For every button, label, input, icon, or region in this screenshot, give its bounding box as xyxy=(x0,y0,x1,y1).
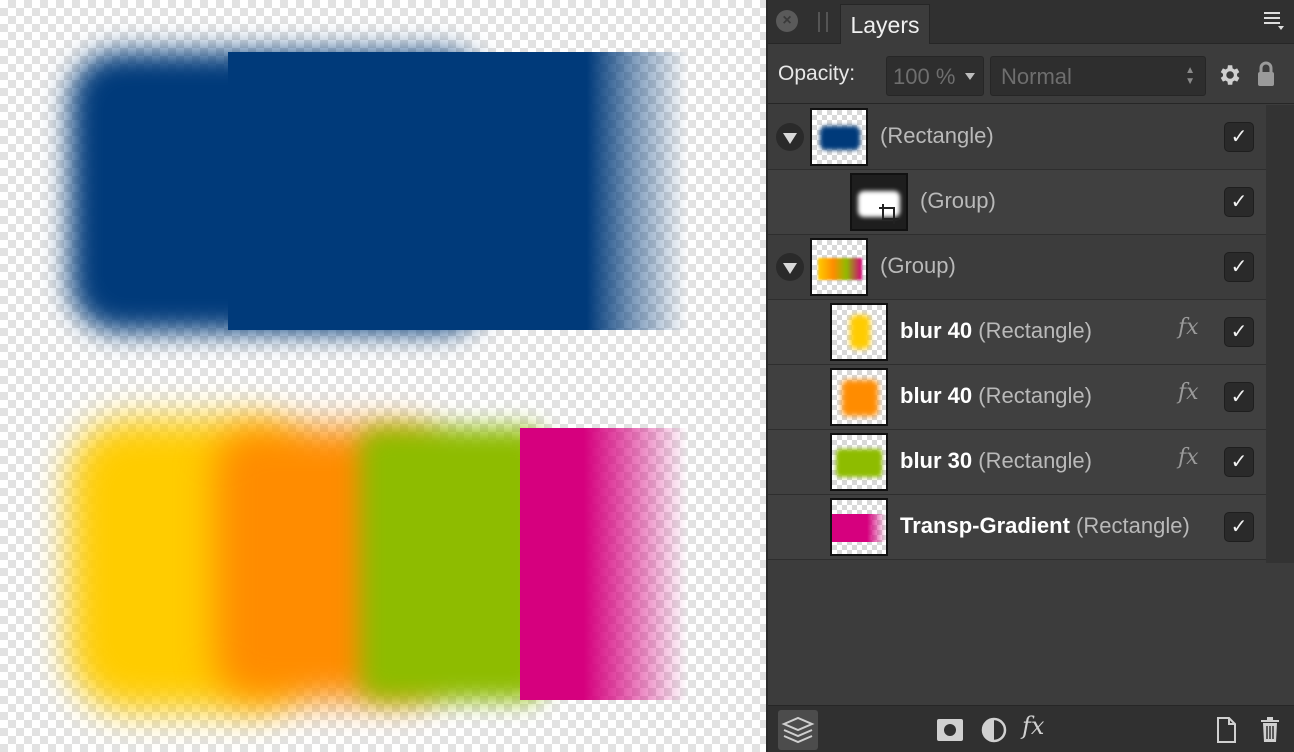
visibility-checkbox[interactable]: ✓ xyxy=(1224,382,1254,412)
layer-type: (Group) xyxy=(880,253,956,278)
layer-toolbar: Opacity: 100 % Normal ▲ ▼ xyxy=(768,44,1294,104)
layer-thumbnail xyxy=(830,498,888,556)
layer-thumbnail xyxy=(830,368,888,426)
drag-grip-icon[interactable] xyxy=(818,12,828,32)
menu-icon[interactable] xyxy=(1264,12,1284,30)
layer-type: (Rectangle) xyxy=(880,123,994,148)
layer-row-rectangle[interactable]: (Rectangle) ✓ xyxy=(768,105,1266,170)
fx-icon[interactable]: fx xyxy=(1178,445,1199,470)
blend-mode-select[interactable]: Normal ▲ ▼ xyxy=(990,56,1206,96)
layer-name: blur 40 xyxy=(900,318,973,343)
visibility-checkbox[interactable]: ✓ xyxy=(1224,252,1254,282)
layer-row-group-mask[interactable]: (Group) ✓ xyxy=(768,170,1266,235)
layers-list[interactable]: (Rectangle) ✓ (Group) ✓ (Group) ✓ blur 4… xyxy=(768,105,1266,563)
visibility-checkbox[interactable]: ✓ xyxy=(1224,447,1254,477)
layer-type: (Group) xyxy=(920,188,996,213)
stepper-arrows-icon: ▲ ▼ xyxy=(1185,65,1195,87)
layer-label: blur 40 (Rectangle) xyxy=(900,318,1172,344)
crop-icon xyxy=(879,204,899,224)
visibility-checkbox[interactable]: ✓ xyxy=(1224,317,1254,347)
layer-row-group[interactable]: (Group) ✓ xyxy=(768,235,1266,300)
visibility-checkbox[interactable]: ✓ xyxy=(1224,512,1254,542)
layer-label: (Rectangle) xyxy=(880,123,1180,149)
layer-row-blur-30-green[interactable]: blur 30 (Rectangle) fx ✓ xyxy=(768,430,1266,495)
layer-type: (Rectangle) xyxy=(1076,513,1190,538)
chevron-down-icon[interactable] xyxy=(965,73,975,80)
visibility-checkbox[interactable]: ✓ xyxy=(1224,122,1254,152)
new-document-icon[interactable] xyxy=(1210,714,1242,746)
layer-label: blur 40 (Rectangle) xyxy=(900,383,1172,409)
layer-type: (Rectangle) xyxy=(978,448,1092,473)
magenta-transparent-gradient-rectangle[interactable] xyxy=(520,428,688,700)
layer-type: (Rectangle) xyxy=(978,383,1092,408)
layer-name: blur 30 xyxy=(900,448,973,473)
expand-triangle-icon[interactable] xyxy=(776,123,804,151)
fx-icon[interactable]: fx xyxy=(1022,712,1044,740)
panel-header: × Layers xyxy=(768,0,1294,44)
layer-label: (Group) xyxy=(920,188,1180,214)
visibility-checkbox[interactable]: ✓ xyxy=(1224,187,1254,217)
layer-row-blur-40-orange[interactable]: blur 40 (Rectangle) fx ✓ xyxy=(768,365,1266,430)
opacity-value: 100 % xyxy=(893,64,956,89)
layers-panel: × Layers Opacity: 100 % Normal ▲ ▼ (Rect… xyxy=(766,0,1294,752)
mask-icon[interactable] xyxy=(934,714,966,746)
layer-label: (Group) xyxy=(880,253,1180,279)
layer-thumbnail xyxy=(810,238,868,296)
layer-thumbnail xyxy=(810,108,868,166)
document-canvas[interactable] xyxy=(0,0,766,752)
layer-row-transp-gradient[interactable]: Transp-Gradient (Rectangle) ✓ xyxy=(768,495,1266,560)
layer-type: (Rectangle) xyxy=(978,318,1092,343)
layer-thumbnail xyxy=(850,173,908,231)
close-icon[interactable]: × xyxy=(776,10,798,32)
layer-label: Transp-Gradient (Rectangle) xyxy=(900,513,1212,539)
opacity-field[interactable]: 100 % xyxy=(886,56,984,96)
layer-row-blur-40-yellow[interactable]: blur 40 (Rectangle) fx ✓ xyxy=(768,300,1266,365)
tab-layers[interactable]: Layers xyxy=(840,4,930,44)
panel-footer: fx xyxy=(768,705,1294,752)
fx-icon[interactable]: fx xyxy=(1178,380,1199,405)
blend-mode-value: Normal xyxy=(1001,64,1072,89)
scrollbar[interactable] xyxy=(1266,105,1294,563)
layer-name: blur 40 xyxy=(900,383,973,408)
opacity-label: Opacity: xyxy=(778,62,856,85)
layers-icon[interactable] xyxy=(778,710,818,750)
blue-gradient-rectangle[interactable] xyxy=(228,52,688,330)
lock-icon[interactable] xyxy=(1256,60,1276,88)
trash-icon[interactable] xyxy=(1254,714,1286,746)
layer-thumbnail xyxy=(830,433,888,491)
layer-label: blur 30 (Rectangle) xyxy=(900,448,1172,474)
gear-icon[interactable] xyxy=(1216,62,1242,88)
expand-triangle-icon[interactable] xyxy=(776,253,804,281)
adjustment-icon[interactable] xyxy=(978,714,1010,746)
fx-icon[interactable]: fx xyxy=(1178,315,1199,340)
layer-name: Transp-Gradient xyxy=(900,513,1070,538)
layer-thumbnail xyxy=(830,303,888,361)
green-blurred-rectangle[interactable] xyxy=(360,428,545,700)
